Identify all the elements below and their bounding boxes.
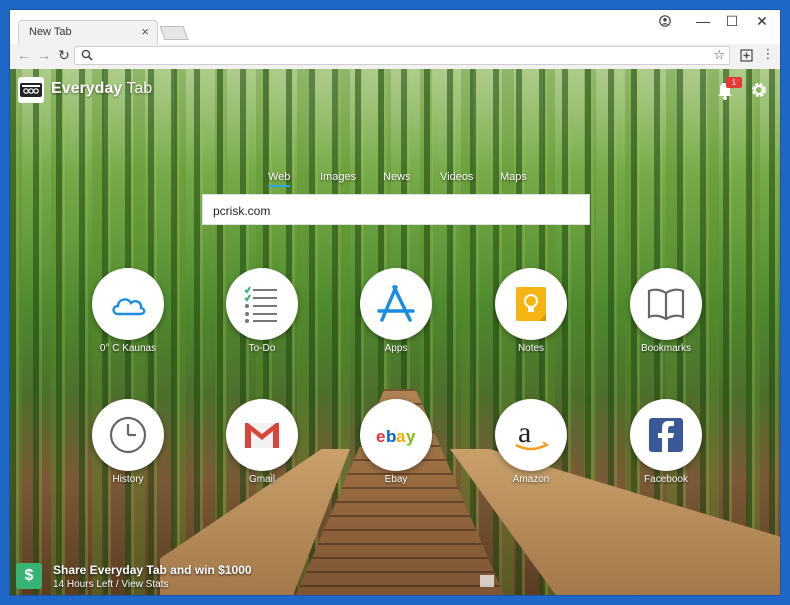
tile-label: Notes [517, 343, 545, 354]
weather-tile-circle[interactable] [92, 268, 164, 340]
tab-news[interactable]: News [383, 171, 411, 183]
tile-label: To-Do [248, 343, 276, 354]
title-bar: New Tab × — ☐ ✕ [10, 10, 780, 44]
facebook-icon [649, 418, 683, 452]
minimize-button[interactable]: — [693, 13, 713, 29]
tab-title: New Tab [29, 26, 72, 38]
svg-text:e: e [376, 427, 385, 446]
tab-maps[interactable]: Maps [500, 171, 527, 183]
menu-icon[interactable]: ⋮ [760, 46, 776, 62]
tile-label: Amazon [512, 474, 550, 485]
tab-close-icon[interactable]: × [141, 24, 149, 39]
tile-label: 0° C Kaunas [99, 343, 157, 354]
ebay-tile-circle[interactable]: e b a y [360, 399, 432, 471]
brand-rest: Tab [122, 80, 153, 97]
book-icon [647, 288, 685, 321]
svg-text:a: a [518, 416, 531, 449]
amazon-tile-circle[interactable]: a [495, 399, 567, 471]
tile-label: Apps [384, 343, 408, 354]
profile-icon[interactable] [655, 13, 675, 30]
tile-todo[interactable]: To-Do [222, 268, 302, 358]
notification-badge: 1 [726, 77, 742, 88]
tab-videos[interactable]: Videos [440, 171, 473, 183]
ebay-icon: e b a y [376, 427, 416, 446]
tab-web[interactable]: Web [268, 171, 291, 187]
browser-tab[interactable]: New Tab × [18, 20, 158, 44]
tile-label: Ebay [384, 474, 408, 485]
search-input[interactable]: pcrisk.com [202, 194, 590, 225]
search-value: pcrisk.com [213, 204, 271, 218]
checklist-icon [244, 286, 277, 323]
notes-icon [516, 287, 546, 321]
app-store-icon [377, 285, 415, 322]
tile-gmail[interactable]: Gmail [222, 399, 302, 489]
tile-label: Gmail [248, 474, 276, 485]
apps-tile-circle[interactable] [360, 268, 432, 340]
bookmark-star-icon[interactable]: ☆ [713, 47, 725, 63]
promo-dollar-icon[interactable]: $ [16, 563, 42, 589]
forward-arrow-icon[interactable]: → [36, 47, 52, 63]
svg-text:y: y [406, 427, 416, 446]
tile-bookmarks[interactable]: Bookmarks [626, 268, 706, 358]
promo-title[interactable]: Share Everyday Tab and win $1000 [53, 563, 252, 577]
history-tile-circle[interactable] [92, 399, 164, 471]
tile-ebay[interactable]: e b a y Ebay [356, 399, 436, 489]
new-tab-page: Everyday Tab 1 Web Images News Videos Ma… [10, 69, 780, 595]
todo-tile-circle[interactable] [226, 268, 298, 340]
cloud-icon [112, 298, 146, 316]
tab-images[interactable]: Images [320, 171, 356, 183]
brand-title: Everyday Tab [51, 80, 152, 98]
tile-label: History [112, 474, 144, 485]
tile-label: Facebook [644, 474, 688, 485]
close-button[interactable]: ✕ [752, 13, 772, 30]
brand-bold: Everyday [51, 80, 123, 97]
gear-icon[interactable] [750, 81, 768, 99]
notes-tile-circle[interactable] [495, 268, 567, 340]
page-indicator[interactable] [480, 575, 494, 587]
extension-icon[interactable] [738, 46, 754, 65]
tile-history[interactable]: History [88, 399, 168, 489]
tile-label: Bookmarks [640, 343, 691, 354]
browser-toolbar: ← → ↻ ☆ ⋮ [10, 44, 780, 70]
promo-subtitle[interactable]: 14 Hours Left / View Stats [53, 579, 168, 590]
facebook-tile-circle[interactable] [630, 399, 702, 471]
maximize-button[interactable]: ☐ [722, 13, 742, 30]
back-arrow-icon[interactable]: ← [16, 47, 32, 63]
tile-facebook[interactable]: Facebook [626, 399, 706, 489]
search-type-tabs: Web Images News Videos Maps [260, 171, 550, 189]
gmail-tile-circle[interactable] [226, 399, 298, 471]
svg-text:a: a [396, 427, 406, 446]
browser-window: New Tab × — ☐ ✕ ← → ↻ ☆ ⋮ Everyday Tab 1… [10, 10, 780, 595]
everyday-tab-logo[interactable] [18, 77, 44, 103]
address-bar[interactable]: ☆ [74, 46, 730, 65]
search-icon [81, 49, 93, 61]
reload-icon[interactable]: ↻ [56, 47, 72, 64]
tile-notes[interactable]: Notes [491, 268, 571, 358]
tile-amazon[interactable]: a Amazon [491, 399, 571, 489]
tile-weather[interactable]: 0° C Kaunas [88, 268, 168, 358]
bookmarks-tile-circle[interactable] [630, 268, 702, 340]
tile-apps[interactable]: Apps [356, 268, 436, 358]
clock-icon [109, 416, 147, 454]
svg-text:b: b [386, 427, 396, 446]
new-tab-button[interactable] [159, 26, 189, 40]
gmail-icon [245, 423, 279, 448]
amazon-icon: a [515, 416, 550, 451]
